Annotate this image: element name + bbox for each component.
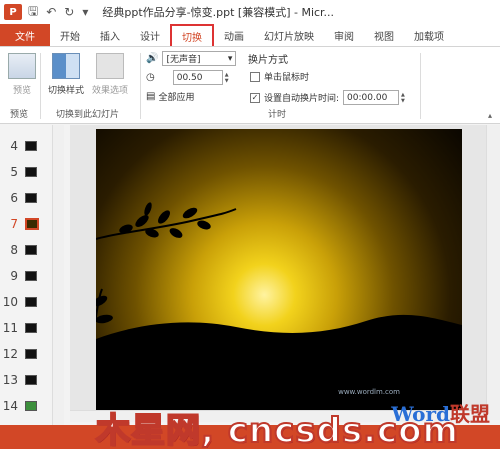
slide-preview xyxy=(25,297,37,307)
title-bar: P 🖫 ↶ ↻ ▾ 经典ppt作品分享-惊变.ppt [兼容模式] - Micr… xyxy=(0,0,500,24)
tab-slide-show[interactable]: 幻灯片放映 xyxy=(254,24,324,46)
clock-icon: ◷ xyxy=(146,72,155,83)
sound-icon: 🔊 xyxy=(146,53,159,64)
tab-design[interactable]: 设计 xyxy=(130,24,170,46)
group-separator xyxy=(140,53,141,119)
preview-label: 预览 xyxy=(12,86,31,96)
window-title: 经典ppt作品分享-惊变.ppt [兼容模式] - Micr... xyxy=(102,6,335,19)
auto-time-spinner[interactable]: ▲ ▼ xyxy=(401,92,405,104)
advance-title: 换片方式 xyxy=(248,55,288,66)
slide-thumbnail[interactable]: 5 xyxy=(0,163,52,181)
slide-preview xyxy=(25,141,37,151)
slide-thumbnail[interactable]: 12 xyxy=(0,345,52,363)
ribbon-body: 预览 预览 切换样式 效果选项 切换到此幻灯片 🔊 [无声音] ▾ ◷ 00.50… xyxy=(0,46,500,124)
tabs-filler xyxy=(454,24,500,46)
ribbon-tabs: 文件 开始 插入 设计 切换 动画 幻灯片放映 审阅 视图 加载项 xyxy=(0,24,500,46)
quick-access-toolbar: 🖫 ↶ ↻ ▾ xyxy=(28,2,88,23)
slide-thumbnail[interactable]: 6 xyxy=(0,189,52,207)
effect-options-icon xyxy=(96,53,124,79)
slide-preview xyxy=(25,349,37,359)
slide-editing-canvas xyxy=(70,125,488,420)
duration-input[interactable]: 00.50 xyxy=(172,70,223,85)
on-click-option[interactable]: 单击鼠标时 xyxy=(250,70,309,83)
powerpoint-app-icon[interactable]: P xyxy=(4,4,22,20)
sound-row: 🔊 [无声音] ▾ xyxy=(146,51,237,66)
effect-options-label: 效果选项 xyxy=(92,86,129,96)
redo-icon[interactable]: ↻ xyxy=(64,5,74,19)
apply-all-button[interactable]: ▤ 全部应用 xyxy=(146,90,194,103)
slide-thumbnail-selected[interactable]: 7 xyxy=(0,215,52,233)
save-icon[interactable]: 🖫 xyxy=(28,2,38,23)
slide-thumbnail[interactable]: 13 xyxy=(0,371,52,389)
switch-style-label: 切换样式 xyxy=(48,86,85,96)
site-brand-watermark: 木星网, cncsds.com xyxy=(95,410,459,449)
group-label-switch: 切换到此幻灯片 xyxy=(56,110,120,120)
collapse-ribbon-icon[interactable]: ▴ xyxy=(488,111,492,120)
slide-thumbnail[interactable]: 11 xyxy=(0,319,52,337)
slide-thumbnail[interactable]: 9 xyxy=(0,267,52,285)
slide-preview xyxy=(25,193,37,203)
slide-preview xyxy=(25,245,37,255)
group-separator xyxy=(40,53,41,119)
auto-advance-option[interactable]: ✓ 设置自动换片时间: 00:00.00 ▲ ▼ xyxy=(250,90,405,105)
slide-preview xyxy=(25,375,37,385)
duration-row: ◷ 00.50 ▲ ▼ xyxy=(146,70,229,85)
tab-transitions[interactable]: 切换 xyxy=(170,24,214,46)
group-label-timing: 计时 xyxy=(268,110,287,120)
tab-addins[interactable]: 加载项 xyxy=(404,24,454,46)
preview-button[interactable]: 预览 xyxy=(8,53,36,96)
switch-style-button[interactable]: 切换样式 xyxy=(48,53,84,96)
slide-preview xyxy=(25,401,37,411)
auto-advance-checkbox[interactable]: ✓ xyxy=(250,92,260,103)
tab-animations[interactable]: 动画 xyxy=(214,24,254,46)
slide-preview xyxy=(25,323,37,333)
slide-thumbnail[interactable]: 10 xyxy=(0,293,52,311)
tab-home[interactable]: 开始 xyxy=(50,24,90,46)
tab-review[interactable]: 审阅 xyxy=(324,24,364,46)
group-label-preview: 预览 xyxy=(10,110,29,120)
customize-qat-icon[interactable]: ▾ xyxy=(82,5,88,19)
tab-view[interactable]: 视图 xyxy=(364,24,404,46)
auto-time-input[interactable]: 00:00.00 xyxy=(343,90,400,105)
vertical-scrollbar[interactable] xyxy=(486,125,500,420)
tab-insert[interactable]: 插入 xyxy=(90,24,130,46)
slide-artwork xyxy=(96,202,462,415)
sound-select[interactable]: [无声音] ▾ xyxy=(162,51,237,66)
transition-style-icon xyxy=(52,53,80,79)
slide-preview xyxy=(25,167,37,177)
current-slide[interactable] xyxy=(96,129,462,415)
thumbnail-scrollbar[interactable] xyxy=(52,125,64,425)
slide-preview xyxy=(25,218,39,230)
on-click-checkbox[interactable] xyxy=(250,71,260,82)
slide-thumbnail[interactable]: 8 xyxy=(0,241,52,259)
group-separator xyxy=(420,53,421,119)
preview-icon xyxy=(8,53,36,79)
slide-thumbnail[interactable]: 4 xyxy=(0,137,52,155)
apply-all-icon: ▤ xyxy=(146,91,156,102)
slide-thumbnail[interactable]: 14 xyxy=(0,397,52,415)
undo-icon[interactable]: ↶ xyxy=(46,5,56,19)
effect-options-button[interactable]: 效果选项 xyxy=(92,53,128,96)
dropdown-arrow-icon: ▾ xyxy=(227,53,233,64)
tab-file[interactable]: 文件 xyxy=(0,24,50,46)
slide-preview xyxy=(25,271,37,281)
slide-thumbnail-panel: 4 5 6 7 8 9 10 11 12 13 14 xyxy=(0,125,52,425)
duration-spinner[interactable]: ▲ ▼ xyxy=(225,72,229,84)
